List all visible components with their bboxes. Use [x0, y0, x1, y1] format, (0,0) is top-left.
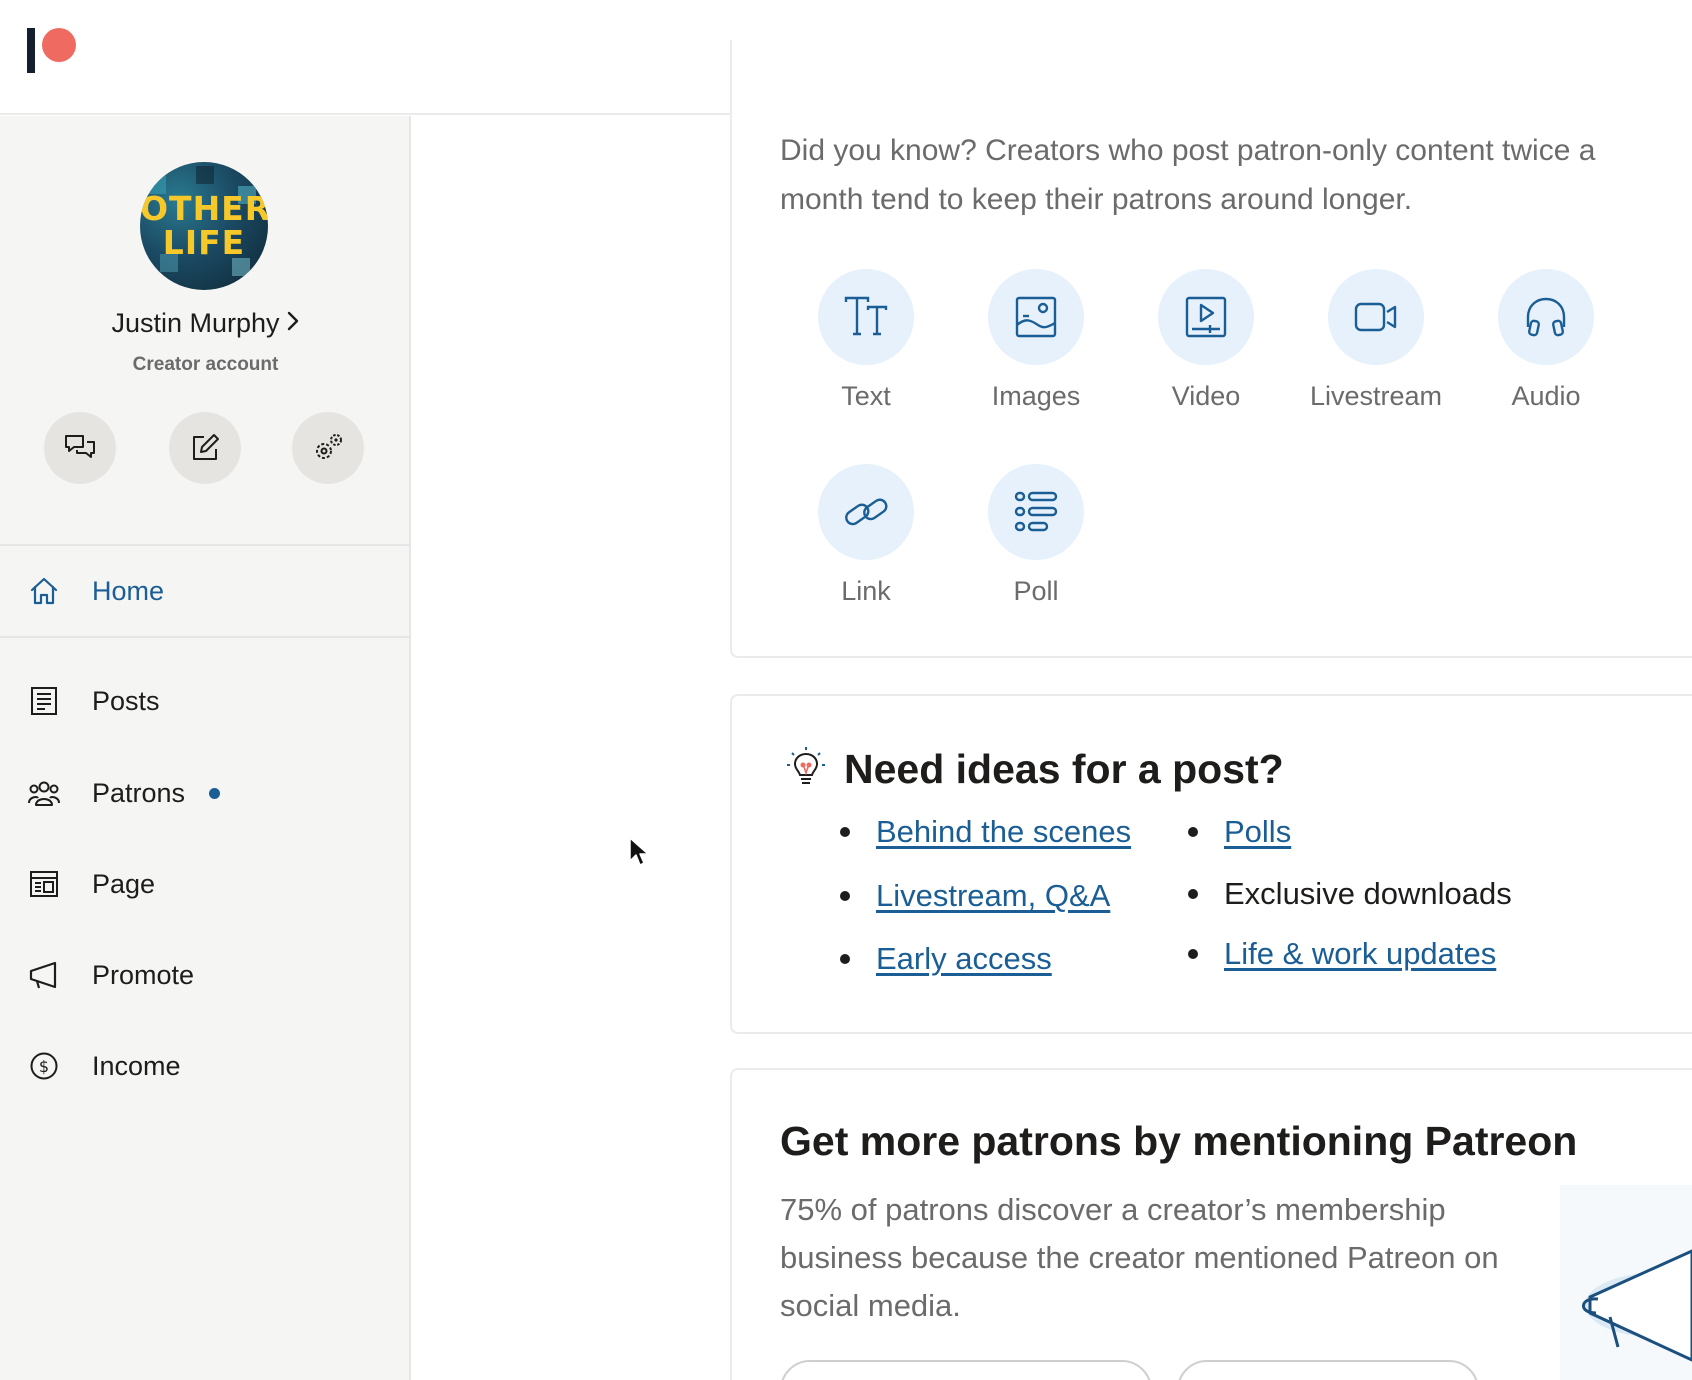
poll-icon: [988, 464, 1084, 560]
megaphone-illustration: [1560, 1185, 1692, 1380]
sidebar-item-label: Home: [92, 575, 165, 606]
patreon-logo[interactable]: [27, 28, 79, 74]
post-type-audio[interactable]: Audio: [1471, 269, 1621, 412]
idea-life-work-updates[interactable]: Life & work updates: [1188, 936, 1496, 972]
edit-button[interactable]: [169, 412, 241, 484]
sidebar-item-posts[interactable]: Posts: [0, 671, 411, 731]
bullet: [1188, 949, 1198, 959]
post-type-livestream[interactable]: Livestream: [1301, 269, 1451, 412]
post-type-label: Text: [841, 381, 891, 411]
post-type-label: Images: [991, 381, 1081, 411]
post-type-label: Video: [1171, 381, 1241, 411]
bullet: [840, 891, 850, 901]
post-ideas-card: [730, 694, 1692, 1034]
sidebar-item-promote[interactable]: Promote: [0, 945, 411, 1005]
bullet: [840, 954, 850, 964]
sidebar-item-label: Income: [92, 1050, 181, 1081]
account-type: Creator account: [132, 354, 279, 375]
avatar-text-line1: OTHER: [140, 189, 268, 228]
avatar[interactable]: OTHER LIFE: [140, 162, 268, 290]
sidebar-divider: [0, 544, 411, 546]
lightbulb-icon: [784, 745, 828, 789]
idea-polls[interactable]: Polls: [1188, 814, 1291, 850]
link-icon: [818, 464, 914, 560]
did-you-know-text: Did you know? Creators who post patron-o…: [780, 134, 1596, 216]
idea-link[interactable]: Early access: [876, 941, 1052, 977]
idea-text: Exclusive downloads: [1224, 876, 1512, 911]
sidebar-item-page[interactable]: Page: [0, 854, 411, 914]
idea-link[interactable]: Life & work updates: [1224, 936, 1496, 972]
mention-body: 75% of patrons discover a creator’s memb…: [780, 1192, 1499, 1323]
avatar-text: OTHER LIFE: [140, 192, 268, 260]
megaphone-icon: [27, 958, 61, 992]
sidebar-item-income[interactable]: $ Income: [0, 1036, 411, 1096]
post-type-label: Livestream: [1309, 381, 1443, 411]
sidebar-divider: [0, 636, 411, 638]
svg-text:$: $: [39, 1057, 49, 1076]
idea-livestream-qa[interactable]: Livestream, Q&A: [840, 878, 1110, 914]
post-type-label: Link: [841, 576, 891, 606]
page-icon: [27, 867, 61, 901]
avatar-pixel: [196, 166, 214, 184]
post-type-label: Audio: [1511, 381, 1581, 411]
posts-icon: [27, 684, 61, 718]
sidebar-item-label: Posts: [92, 685, 160, 716]
livestream-icon: [1328, 269, 1424, 365]
logo-dot: [42, 28, 76, 62]
messages-icon: [65, 435, 95, 458]
video-icon: [1158, 269, 1254, 365]
share-button-1[interactable]: [780, 1360, 1152, 1380]
settings-button[interactable]: [292, 412, 364, 484]
sidebar-item-label: Promote: [92, 959, 195, 990]
sidebar-item-patrons[interactable]: Patrons: [0, 763, 411, 823]
user-name: Justin Murphy: [111, 308, 280, 338]
bullet: [1188, 827, 1198, 837]
settings-icon: [316, 434, 342, 459]
sidebar: OTHER LIFE Justin Murphy Creator account: [0, 116, 411, 1380]
sidebar-item-label: Page: [92, 868, 156, 899]
bullet: [1188, 889, 1198, 899]
image-icon: [988, 269, 1084, 365]
idea-exclusive-downloads: Exclusive downloads: [1188, 876, 1512, 912]
idea-early-access[interactable]: Early access: [840, 941, 1052, 977]
mouse-cursor-icon: [628, 836, 650, 868]
sidebar-item-label: Patrons: [92, 777, 186, 808]
patrons-icon: [27, 776, 61, 810]
post-type-label: Poll: [1013, 576, 1059, 606]
sidebar-item-home[interactable]: Home: [0, 561, 411, 621]
user-name-link[interactable]: Justin Murphy: [0, 308, 411, 339]
bullet: [840, 827, 850, 837]
idea-link[interactable]: Polls: [1224, 814, 1291, 850]
edit-icon: [193, 434, 219, 460]
post-type-video[interactable]: Video: [1131, 269, 1281, 412]
post-type-text[interactable]: Text: [791, 269, 941, 412]
messages-button[interactable]: [44, 412, 116, 484]
mention-title: Get more patrons by mentioning Patreon: [780, 1118, 1578, 1164]
avatar-text-line2: LIFE: [162, 223, 246, 262]
notification-dot: [209, 788, 220, 799]
idea-link[interactable]: Behind the scenes: [876, 814, 1131, 850]
share-button-2[interactable]: [1177, 1360, 1479, 1380]
home-icon: [27, 574, 61, 608]
ideas-title: Need ideas for a post?: [844, 746, 1284, 792]
post-type-poll[interactable]: Poll: [961, 464, 1111, 607]
headphones-icon: [1498, 269, 1594, 365]
chevron-right-icon: [286, 308, 300, 339]
text-icon: [818, 269, 914, 365]
idea-link[interactable]: Livestream, Q&A: [876, 878, 1110, 914]
post-type-link[interactable]: Link: [791, 464, 941, 607]
idea-behind-the-scenes[interactable]: Behind the scenes: [840, 814, 1131, 850]
post-type-images[interactable]: Images: [961, 269, 1111, 412]
dollar-icon: $: [27, 1049, 61, 1083]
logo-bar: [27, 28, 35, 73]
